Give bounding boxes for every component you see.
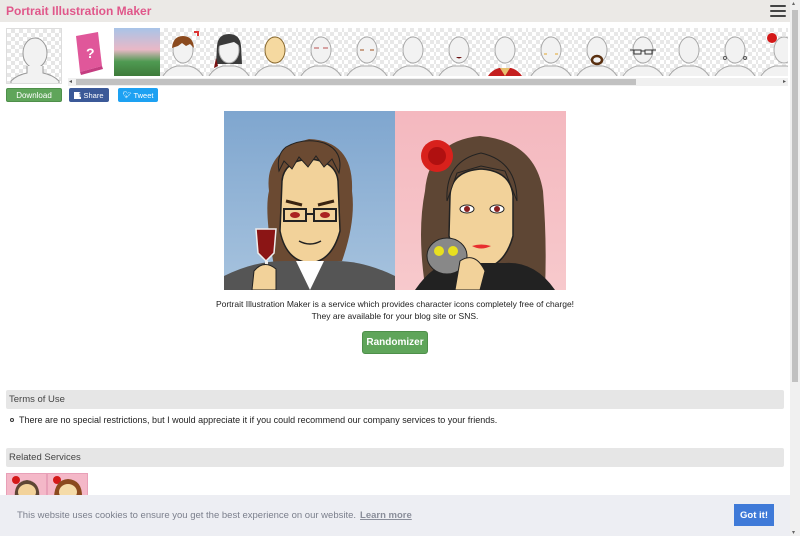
- hamburger-menu-button[interactable]: [770, 4, 786, 18]
- hair-back-icon: [208, 34, 250, 76]
- eyes-icon: [346, 36, 388, 76]
- blank-head-icon: [10, 37, 60, 83]
- tweet-button[interactable]: 🐦︎ Tweet: [118, 88, 158, 102]
- help-book-icon: ?: [76, 32, 103, 75]
- part-eyebrows[interactable]: [298, 28, 344, 76]
- scroll-left-arrow-icon[interactable]: ◂: [69, 78, 72, 86]
- part-clothes[interactable]: [482, 28, 528, 76]
- part-skin[interactable]: [252, 28, 298, 76]
- scroll-down-arrow-icon[interactable]: ▾: [792, 529, 795, 536]
- intro-line-1: Portrait Illustration Maker is a service…: [215, 299, 575, 309]
- earrings-icon: [714, 36, 756, 76]
- parts-horizontal-scrollbar[interactable]: ◂ ▸: [68, 78, 788, 86]
- randomizer-button[interactable]: Randomizer: [362, 331, 428, 354]
- page-vertical-scrollbar[interactable]: ▴ ▾: [790, 0, 800, 536]
- twitter-bird-icon: 🐦︎: [122, 92, 132, 99]
- glasses-icon: [622, 36, 664, 76]
- parts-selector: ? ◂ ▸: [0, 28, 790, 90]
- part-earrings[interactable]: [712, 28, 758, 76]
- terms-text: There are no special restrictions, but I…: [19, 415, 498, 425]
- part-hair-back[interactable]: [206, 28, 252, 76]
- bullet-icon: [10, 418, 14, 422]
- cookie-consent-banner: This website uses cookies to ensure you …: [0, 495, 790, 536]
- current-portrait-preview: [6, 28, 62, 84]
- part-hair-accessory[interactable]: [758, 28, 788, 76]
- intro-text: Portrait Illustration Maker is a service…: [0, 298, 790, 322]
- part-mouth[interactable]: [436, 28, 482, 76]
- nose-icon: [392, 36, 434, 76]
- skin-icon: [254, 36, 296, 76]
- hamburger-icon: [770, 5, 786, 7]
- svg-text:?: ?: [86, 45, 95, 61]
- sample-portrait-woman: [395, 111, 566, 290]
- terms-list-item: There are no special restrictions, but I…: [10, 415, 497, 425]
- share-label: Share: [83, 90, 104, 100]
- beard-icon: [576, 36, 618, 76]
- terms-of-use-heading: Terms of Use: [6, 390, 784, 409]
- facebook-share-button[interactable]: f Share: [69, 88, 109, 102]
- parts-strip[interactable]: ?: [68, 28, 788, 78]
- scrollbar-thumb[interactable]: [76, 79, 636, 85]
- part-cheeks[interactable]: [528, 28, 574, 76]
- part-eyes[interactable]: [344, 28, 390, 76]
- part-hair-front[interactable]: [160, 28, 206, 76]
- hair-front-icon: [162, 31, 204, 76]
- page: Portrait Illustration Maker ? ◂ ▸ Downlo…: [0, 0, 790, 536]
- clothes-icon: [488, 36, 522, 76]
- part-glasses[interactable]: [620, 28, 666, 76]
- got-it-button[interactable]: Got it!: [734, 504, 774, 526]
- scroll-up-arrow-icon[interactable]: ▴: [792, 0, 795, 7]
- action-buttons: Download f Share 🐦︎ Tweet: [0, 88, 790, 102]
- related-services-heading: Related Services: [6, 448, 784, 467]
- download-button[interactable]: Download: [6, 88, 62, 102]
- app-header: Portrait Illustration Maker: [0, 0, 790, 22]
- sample-portraits: [224, 111, 566, 290]
- part-nose[interactable]: [390, 28, 436, 76]
- face-accessory-icon: [668, 36, 710, 76]
- app-title[interactable]: Portrait Illustration Maker: [6, 4, 151, 18]
- part-accessory-face[interactable]: [666, 28, 712, 76]
- facebook-icon: f: [74, 91, 82, 99]
- hair-accessory-icon: [760, 33, 788, 76]
- cookie-message: This website uses cookies to ensure you …: [17, 510, 357, 521]
- scroll-right-arrow-icon[interactable]: ▸: [783, 78, 786, 86]
- cheeks-icon: [530, 36, 572, 76]
- part-beard[interactable]: [574, 28, 620, 76]
- sample-portrait-man: [224, 111, 395, 290]
- mouth-icon: [438, 36, 480, 76]
- part-help[interactable]: ?: [68, 28, 114, 76]
- page-scrollbar-thumb[interactable]: [792, 10, 798, 382]
- eyebrows-icon: [300, 36, 342, 76]
- part-background[interactable]: [114, 28, 160, 76]
- intro-line-2: They are available for your blog site or…: [311, 311, 479, 321]
- learn-more-link[interactable]: Learn more: [360, 510, 412, 521]
- tweet-label: Tweet: [133, 90, 154, 100]
